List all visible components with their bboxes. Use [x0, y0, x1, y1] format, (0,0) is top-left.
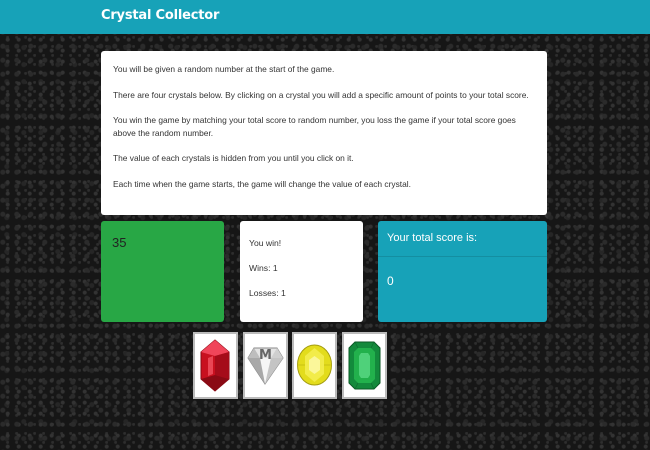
crystal-button-yellow[interactable]: [292, 332, 337, 399]
instruction-text: The value of each crystals is hidden fro…: [113, 153, 354, 163]
navbar: Crystal Collector: [0, 0, 650, 34]
green-emerald-crystal-icon: [348, 341, 381, 390]
instruction-text: You win the game by matching your total …: [113, 115, 516, 138]
crystal-button-green[interactable]: [342, 332, 387, 399]
random-number-panel: 35: [101, 221, 224, 322]
score-panel: Your total score is: 0: [378, 221, 547, 322]
crystal-button-red[interactable]: [193, 332, 238, 399]
instructions-card: You will be given a random number at the…: [101, 51, 547, 215]
instruction-text: Each time when the game starts, the game…: [113, 178, 411, 189]
score-header: Your total score is:: [378, 221, 547, 257]
losses-count: Losses: 1: [249, 288, 286, 298]
result-message: You win!: [249, 238, 282, 248]
status-panel: You win! Wins: 1 Losses: 1: [240, 221, 363, 322]
total-score: 0: [387, 274, 394, 288]
instruction-text: There are four crystals below. By clicki…: [113, 89, 529, 100]
crystal-button-diamond[interactable]: M: [243, 332, 288, 399]
wins-count: Wins: 1: [249, 263, 278, 273]
svg-text:M: M: [259, 348, 272, 363]
instruction-text: You will be given a random number at the…: [113, 64, 335, 74]
red-ruby-crystal-icon: [200, 339, 230, 392]
random-number: 35: [112, 235, 127, 250]
brand-title[interactable]: Crystal Collector: [101, 8, 219, 23]
score-title: Your total score is:: [387, 232, 478, 244]
yellow-citrine-crystal-icon: [297, 344, 332, 386]
clear-diamond-crystal-icon: M: [247, 347, 284, 385]
